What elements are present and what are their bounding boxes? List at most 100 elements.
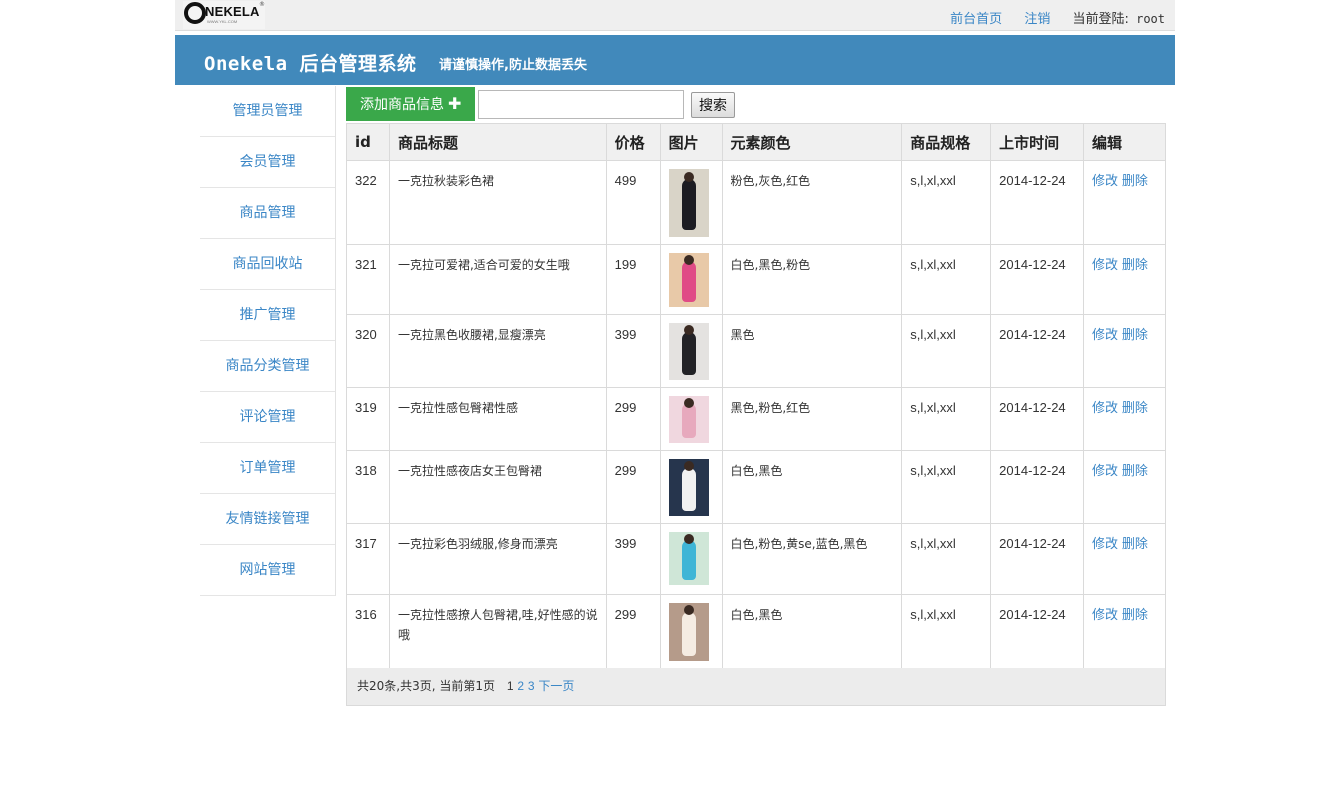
product-thumbnail[interactable] bbox=[668, 459, 709, 516]
cell-spec: s,l,xl,xxl bbox=[901, 450, 992, 524]
pagination: 共20条,共3页, 当前第1页 1 2 3 下一页 bbox=[346, 668, 1166, 706]
cell-edit: 修改 删除 bbox=[1083, 387, 1166, 451]
search-input[interactable] bbox=[478, 90, 684, 119]
table-row: 317 一克拉彩色羽绒服,修身而漂亮 399 白色,粉色,黄se,蓝色,黑色 s,l,x… bbox=[346, 523, 1166, 595]
cell-colors: 白色,粉色,黄se,蓝色,黑色 bbox=[722, 523, 903, 595]
cell-image bbox=[660, 523, 723, 595]
sidebar-item-members[interactable]: 会员管理 bbox=[200, 137, 335, 188]
delete-link[interactable]: 删除 bbox=[1122, 174, 1148, 189]
cell-spec: s,l,xl,xxl bbox=[901, 160, 992, 245]
col-colors: 元素颜色 bbox=[722, 123, 903, 161]
page-link-3[interactable]: 3 bbox=[528, 679, 535, 693]
product-table: id 商品标题 价格 图片 元素颜色 商品规格 上市时间 编辑 322 一克拉秋装… bbox=[346, 123, 1166, 669]
table-header-row: id 商品标题 价格 图片 元素颜色 商品规格 上市时间 编辑 bbox=[346, 123, 1166, 161]
edit-link[interactable]: 修改 bbox=[1092, 608, 1118, 623]
cell-title: 一克拉可爱裙,适合可爱的女生哦 bbox=[389, 244, 607, 315]
current-login: 当前登陆: root bbox=[1072, 12, 1165, 27]
cell-date: 2014-12-24 bbox=[990, 450, 1085, 524]
registered-icon: ® bbox=[259, 1, 265, 8]
product-thumbnail[interactable] bbox=[668, 169, 709, 237]
sidebar-item-recycle-bin[interactable]: 商品回收站 bbox=[200, 239, 335, 290]
sidebar-item-admin[interactable]: 管理员管理 bbox=[200, 86, 335, 137]
cell-colors: 黑色 bbox=[722, 314, 903, 388]
current-login-user: root bbox=[1136, 12, 1165, 26]
cell-date: 2014-12-24 bbox=[990, 594, 1085, 669]
edit-link[interactable]: 修改 bbox=[1092, 328, 1118, 343]
table-row: 320 一克拉黑色收腰裙,显瘦漂亮 399 黑色 s,l,xl,xxl 2014-12-2… bbox=[346, 314, 1166, 388]
sidebar-item-promotion[interactable]: 推广管理 bbox=[200, 290, 335, 341]
thumbnail-head bbox=[683, 398, 694, 408]
next-page-link[interactable]: 下一页 bbox=[538, 679, 574, 693]
cell-price: 399 bbox=[606, 523, 661, 595]
logo-word: NEKELA bbox=[205, 4, 260, 19]
product-thumbnail[interactable] bbox=[668, 532, 709, 585]
col-image: 图片 bbox=[660, 123, 723, 161]
delete-link[interactable]: 删除 bbox=[1122, 537, 1148, 552]
sidebar-item-friend-links[interactable]: 友情链接管理 bbox=[200, 494, 335, 545]
col-date: 上市时间 bbox=[990, 123, 1085, 161]
cell-spec: s,l,xl,xxl bbox=[901, 523, 992, 595]
sidebar-item-comments[interactable]: 评论管理 bbox=[200, 392, 335, 443]
page-link-2[interactable]: 2 bbox=[517, 679, 524, 693]
edit-link[interactable]: 修改 bbox=[1092, 401, 1118, 416]
delete-link[interactable]: 删除 bbox=[1122, 328, 1148, 343]
add-product-label: 添加商品信息 bbox=[360, 97, 444, 113]
thumbnail-figure bbox=[681, 332, 696, 375]
cell-title: 一克拉彩色羽绒服,修身而漂亮 bbox=[389, 523, 607, 595]
logo-ring bbox=[184, 2, 206, 24]
link-logout[interactable]: 注销 bbox=[1024, 12, 1050, 27]
thumbnail-head bbox=[683, 534, 694, 544]
thumbnail-head bbox=[683, 255, 694, 265]
sidebar-item-categories[interactable]: 商品分类管理 bbox=[200, 341, 335, 392]
col-price: 价格 bbox=[606, 123, 661, 161]
delete-link[interactable]: 删除 bbox=[1122, 464, 1148, 479]
current-login-label: 当前登陆: bbox=[1072, 12, 1129, 27]
thumbnail-head bbox=[683, 461, 694, 471]
edit-link[interactable]: 修改 bbox=[1092, 174, 1118, 189]
cell-colors: 黑色,粉色,红色 bbox=[722, 387, 903, 451]
sidebar-item-site[interactable]: 网站管理 bbox=[200, 545, 335, 596]
delete-link[interactable]: 删除 bbox=[1122, 258, 1148, 273]
cell-edit: 修改 删除 bbox=[1083, 160, 1166, 245]
onekela-logo[interactable]: NEKELA WWW.YKL.COM ® bbox=[183, 1, 265, 29]
cell-price: 299 bbox=[606, 450, 661, 524]
cell-date: 2014-12-24 bbox=[990, 160, 1085, 245]
cell-id: 320 bbox=[346, 314, 390, 388]
table-row: 319 一克拉性感包臀裙性感 299 黑色,粉色,红色 s,l,xl,xxl 2014-1… bbox=[346, 387, 1166, 451]
delete-link[interactable]: 删除 bbox=[1122, 608, 1148, 623]
product-thumbnail[interactable] bbox=[668, 603, 709, 661]
warning-notice: 请谨慎操作,防止数据丢失 bbox=[439, 58, 587, 73]
cell-colors: 粉色,灰色,红色 bbox=[722, 160, 903, 245]
cell-id: 317 bbox=[346, 523, 390, 595]
thumbnail-figure bbox=[681, 468, 696, 511]
sidebar-item-products[interactable]: 商品管理 bbox=[200, 188, 335, 239]
cell-edit: 修改 删除 bbox=[1083, 450, 1166, 524]
thumbnail-figure bbox=[681, 179, 696, 230]
header-band: Onekela 后台管理系统 请谨慎操作,防止数据丢失 bbox=[175, 35, 1175, 85]
edit-link[interactable]: 修改 bbox=[1092, 537, 1118, 552]
search-button[interactable]: 搜索 bbox=[691, 92, 735, 118]
cell-image bbox=[660, 387, 723, 451]
cell-title: 一克拉秋装彩色裙 bbox=[389, 160, 607, 245]
thumbnail-head bbox=[683, 325, 694, 335]
cell-date: 2014-12-24 bbox=[990, 314, 1085, 388]
product-thumbnail[interactable] bbox=[668, 396, 709, 443]
top-links: 前台首页 注销 当前登陆: root bbox=[950, 8, 1165, 27]
cell-colors: 白色,黑色 bbox=[722, 594, 903, 669]
cell-image bbox=[660, 160, 723, 245]
cell-image bbox=[660, 244, 723, 315]
add-product-button[interactable]: 添加商品信息 ✚ bbox=[346, 87, 475, 121]
sidebar-item-orders[interactable]: 订单管理 bbox=[200, 443, 335, 494]
product-thumbnail[interactable] bbox=[668, 253, 709, 307]
plus-icon: ✚ bbox=[448, 94, 462, 113]
cell-title: 一克拉性感夜店女王包臀裙 bbox=[389, 450, 607, 524]
cell-image bbox=[660, 594, 723, 669]
delete-link[interactable]: 删除 bbox=[1122, 401, 1148, 416]
edit-link[interactable]: 修改 bbox=[1092, 464, 1118, 479]
edit-link[interactable]: 修改 bbox=[1092, 258, 1118, 273]
cell-id: 318 bbox=[346, 450, 390, 524]
link-frontend-home[interactable]: 前台首页 bbox=[950, 12, 1002, 27]
table-row: 321 一克拉可爱裙,适合可爱的女生哦 199 白色,黑色,粉色 s,l,xl,xxl 2… bbox=[346, 244, 1166, 315]
product-thumbnail[interactable] bbox=[668, 323, 709, 380]
cell-edit: 修改 删除 bbox=[1083, 523, 1166, 595]
